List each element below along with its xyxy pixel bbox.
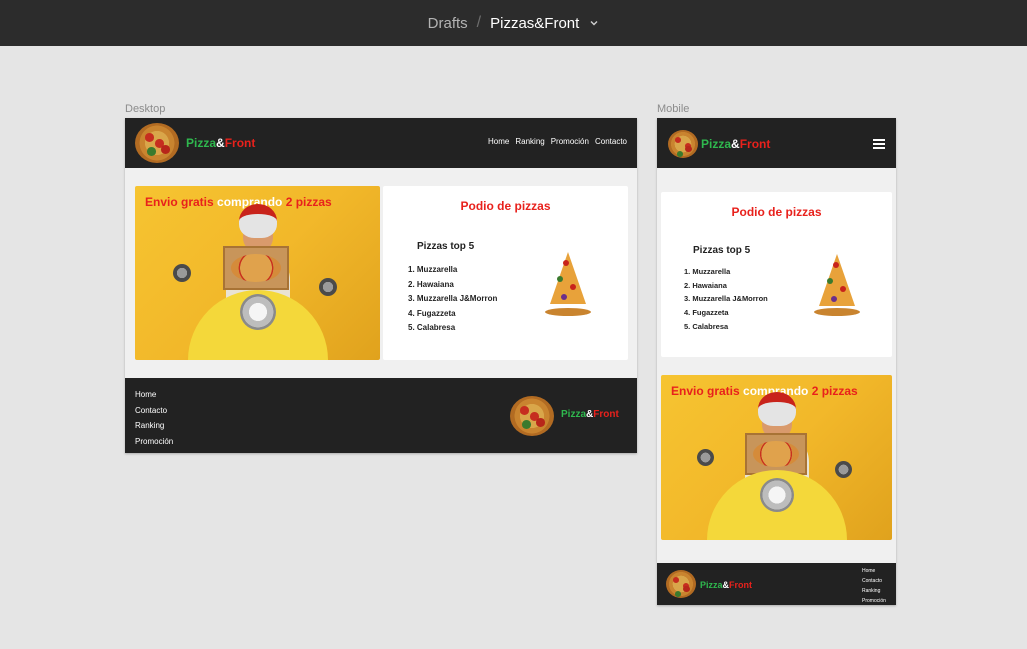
promo-text: Envio gratis comprando 2 pizzas	[145, 195, 332, 209]
right-mirror	[319, 278, 337, 296]
ranking-item: 3. Muzzarella J&Morron	[408, 294, 498, 303]
footer-link-promocion[interactable]: Promoción	[135, 434, 173, 450]
mobile-podium-subtitle: Pizzas top 5	[693, 245, 751, 256]
scooter-headlamp	[239, 294, 276, 330]
ranking-item: 5. Calabresa	[408, 323, 456, 332]
nav-promocion[interactable]: Promoción	[551, 137, 589, 146]
mobile-brand-pizza: Pizza	[701, 137, 732, 151]
promo-hero-image[interactable]: Envio gratis comprando 2 pizzas	[135, 186, 380, 360]
promo-part1: Envio gratis	[145, 195, 218, 209]
mobile-frame[interactable]: Pizza&Front Podio de pizzas Pizzas top 5…	[657, 118, 896, 605]
mobile-footer-link-ranking[interactable]: Ranking	[862, 586, 886, 596]
ranking-item: 1. Muzzarella	[684, 267, 731, 276]
pizza-box-image	[223, 246, 289, 290]
brand-front: Front	[224, 136, 256, 150]
podium-title: Podio de pizzas	[460, 199, 551, 213]
ranking-item: 1. Muzzarella	[408, 265, 458, 274]
desktop-footer: Home Contacto Ranking Promoción Pizza&Fr…	[125, 378, 637, 453]
chevron-down-icon[interactable]	[589, 18, 599, 28]
mobile-scooter-headlamp	[759, 478, 794, 512]
mobile-footer-link-promocion[interactable]: Promoción	[862, 596, 886, 605]
footer-pizza-logo-icon	[510, 396, 554, 436]
mobile-footer-links: Home Contacto Ranking Promoción	[862, 566, 886, 605]
podium-subtitle: Pizzas top 5	[417, 241, 475, 252]
pizza-ranking-list: 1. Muzzarella 2. Hawaiana 3. Muzzarella …	[408, 263, 497, 336]
desktop-frame[interactable]: Pizza&Front Home Ranking Promoción Conta…	[125, 118, 637, 453]
footer-brand-pizza: Pizza	[561, 409, 587, 420]
mobile-navbar: Pizza&Front	[657, 118, 896, 168]
mobile-podium-title: Podio de pizzas	[731, 205, 822, 219]
desktop-frame-label[interactable]: Desktop	[125, 103, 165, 115]
left-mirror	[173, 264, 191, 282]
mobile-promo-hero-image[interactable]: Envio gratis comprando 2 pizzas	[661, 375, 892, 540]
brand-logo[interactable]: Pizza&Front	[186, 136, 255, 150]
mobile-brand-front: Front	[739, 137, 771, 151]
mobile-pizza-logo-icon	[668, 130, 698, 158]
ranking-item: 3. Muzzarella J&Morron	[684, 294, 768, 304]
top-bar: Drafts / Pizzas&Front	[0, 0, 1027, 46]
ranking-item: 2. Hawaiana	[684, 280, 727, 290]
mobile-pizza-box-image	[745, 433, 807, 475]
podium-card: Podio de pizzas Pizzas top 5 1. Muzzarel…	[383, 186, 628, 360]
breadcrumb-drafts[interactable]: Drafts	[428, 15, 468, 32]
mobile-footer-brand-front: Front	[729, 580, 753, 590]
helmet-icon	[238, 204, 277, 238]
brand-amp: &	[216, 136, 225, 150]
mobile-podium-card: Podio de pizzas Pizzas top 5 1. Muzzarel…	[661, 192, 892, 357]
nav-contacto[interactable]: Contacto	[595, 137, 627, 146]
footer-brand-logo[interactable]: Pizza&Front	[561, 409, 619, 420]
mobile-pizza-ranking-list: 1. Muzzarella 2. Hawaiana 3. Muzzarella …	[684, 265, 768, 334]
ranking-item: 4. Fugazzeta	[408, 308, 456, 318]
mobile-footer: Pizza&Front Home Contacto Ranking Promoc…	[657, 563, 896, 605]
footer-brand-front: Front	[593, 409, 619, 420]
nav-ranking[interactable]: Ranking	[515, 137, 544, 146]
footer-links: Home Contacto Ranking Promoción	[135, 387, 173, 449]
mobile-right-mirror	[835, 461, 852, 478]
file-name[interactable]: Pizzas&Front	[490, 15, 579, 32]
mobile-brand-logo[interactable]: Pizza&Front	[701, 137, 770, 151]
mobile-footer-brand-logo[interactable]: Pizza&Front	[700, 580, 752, 590]
mobile-promo-part3: 2 pizzas	[808, 384, 858, 398]
mobile-frame-label[interactable]: Mobile	[657, 103, 689, 115]
footer-link-ranking[interactable]: Ranking	[135, 418, 173, 434]
mobile-footer-brand-pizza: Pizza	[700, 580, 723, 590]
mobile-brand-amp: &	[731, 137, 740, 151]
mobile-helmet-icon	[757, 392, 796, 426]
ranking-item: 5. Calabresa	[684, 321, 729, 331]
hamburger-menu-icon[interactable]	[873, 139, 885, 149]
pizza-tower-image	[543, 250, 593, 316]
mobile-promo-part1: Envio gratis	[671, 384, 744, 398]
ranking-item: 4. Fugazzeta	[684, 308, 729, 318]
footer-link-contacto[interactable]: Contacto	[135, 403, 173, 419]
mobile-footer-pizza-logo-icon	[666, 570, 696, 598]
promo-part3: 2 pizzas	[282, 195, 332, 209]
ranking-item: 2. Hawaiana	[408, 279, 454, 289]
desktop-nav-menu: Home Ranking Promoción Contacto	[488, 137, 627, 146]
desktop-navbar: Pizza&Front Home Ranking Promoción Conta…	[125, 118, 637, 168]
mobile-footer-link-contacto[interactable]: Contacto	[862, 576, 886, 586]
mobile-pizza-tower-image	[813, 252, 861, 316]
mobile-footer-link-home[interactable]: Home	[862, 566, 886, 576]
breadcrumb-separator: /	[476, 14, 482, 31]
brand-pizza: Pizza	[186, 136, 217, 150]
nav-home[interactable]: Home	[488, 137, 509, 146]
mobile-left-mirror	[697, 449, 714, 466]
footer-link-home[interactable]: Home	[135, 387, 173, 403]
pizza-logo-icon	[135, 123, 179, 163]
